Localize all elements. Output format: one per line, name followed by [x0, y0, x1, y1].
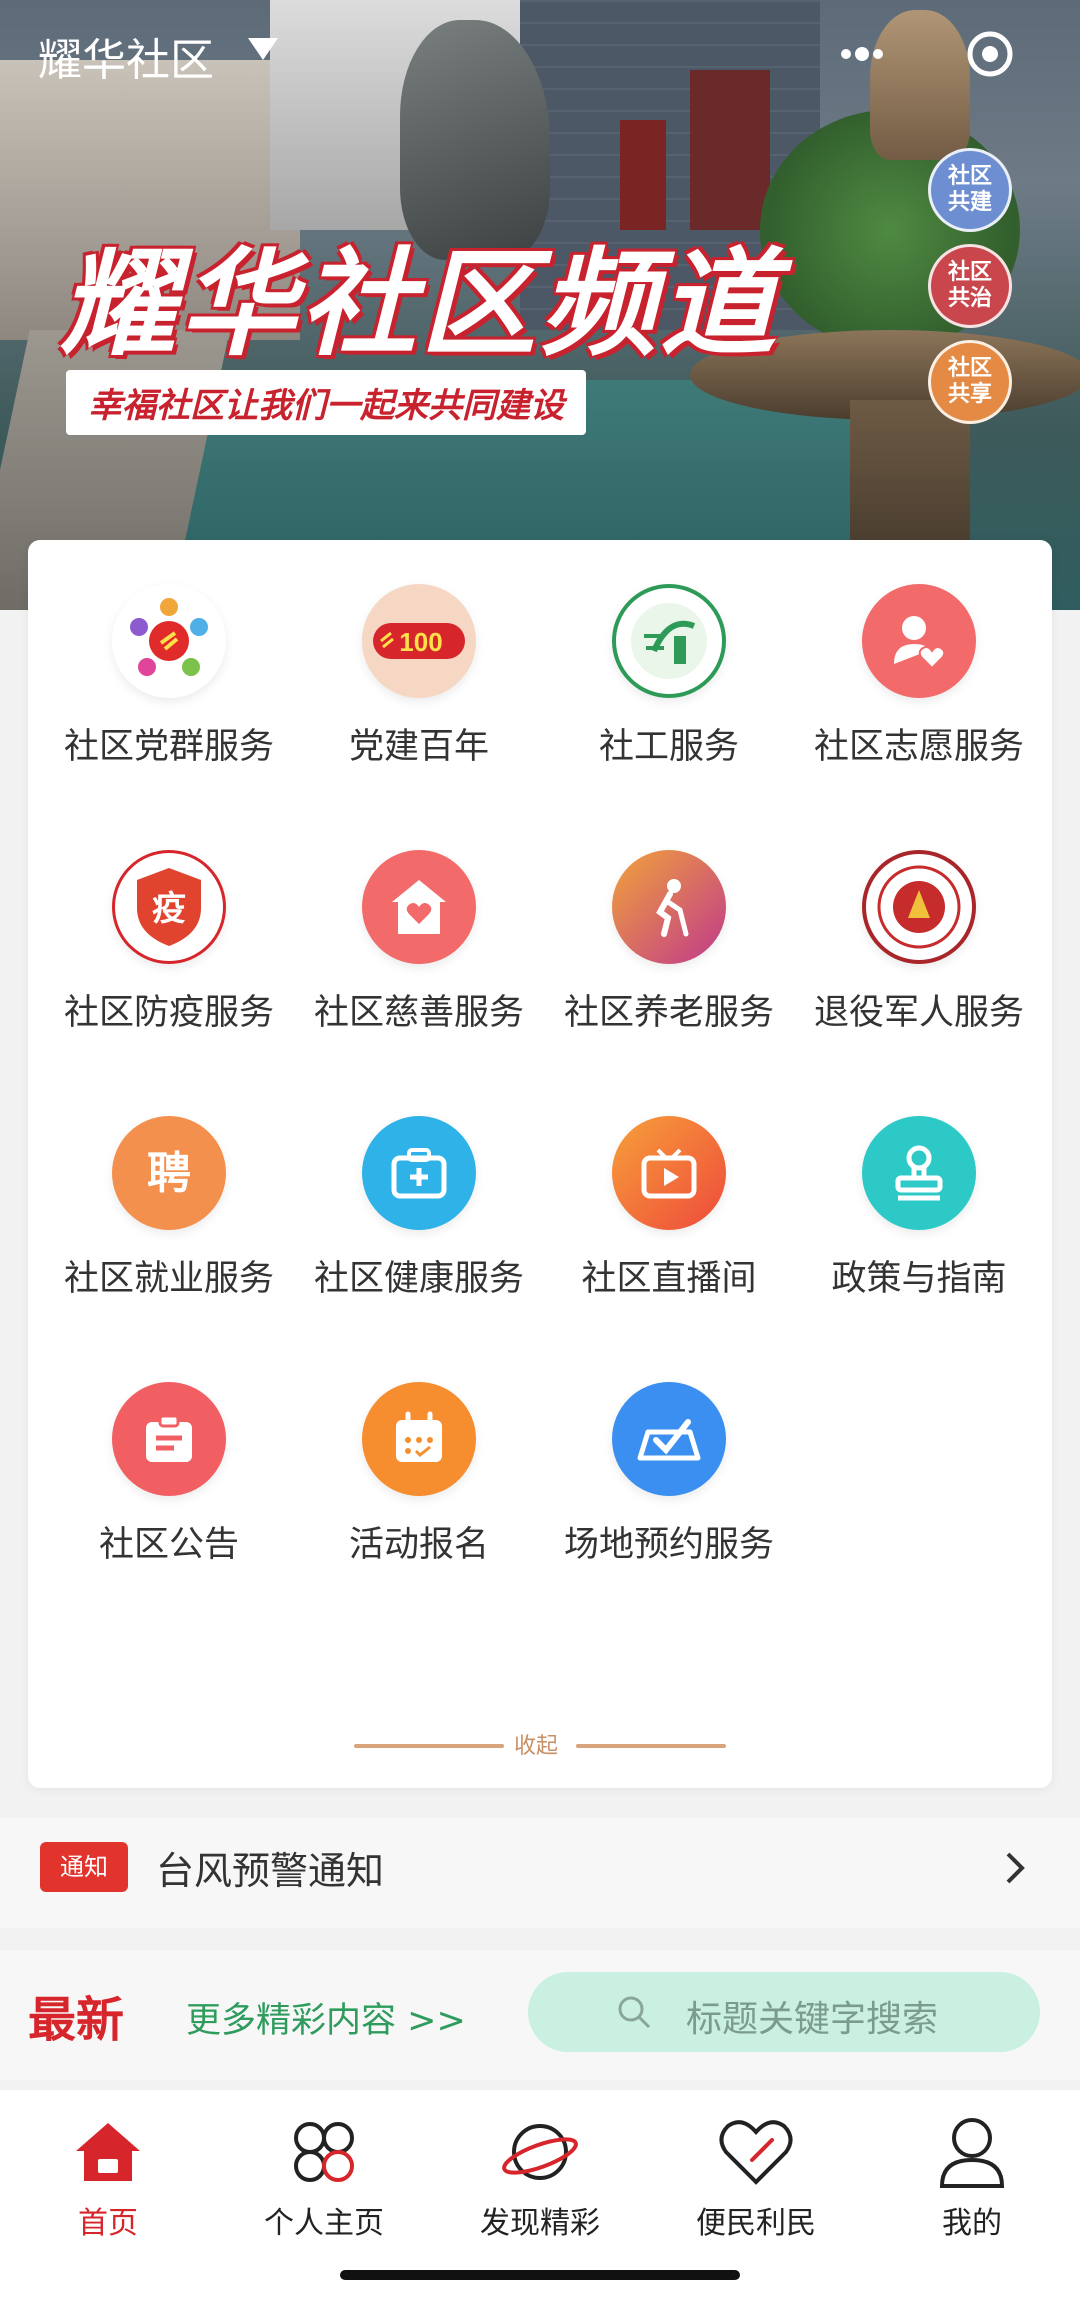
notice-text: 台风预警通知	[156, 1849, 385, 1893]
chevron-right-icon	[1000, 1848, 1030, 1888]
service-label: 社区慈善服务	[313, 993, 524, 1033]
service-charity[interactable]: 社区慈善服务	[294, 850, 544, 1050]
service-announcement[interactable]: 社区公告	[44, 1382, 294, 1582]
service-label: 社区养老服务	[563, 993, 774, 1033]
banner-subtitle: 幸福社区让我们一起来共同建设	[66, 370, 586, 435]
tab-label: 发现精彩	[480, 2206, 600, 2241]
collapse-toggle[interactable]: 收起	[28, 1724, 1052, 1764]
banner-title: 耀华社区频道	[60, 237, 780, 372]
svg-text:疫: 疫	[152, 889, 186, 929]
service-label: 社区就业服务	[63, 1259, 274, 1299]
tab-convenience[interactable]: 便民利民	[666, 2112, 846, 2242]
app-page: 耀华社区频道 幸福社区让我们一起来共同建设 社区共建 社区共治 社区共享 耀华社…	[0, 0, 1080, 2299]
banner-tag-build: 社区共建	[928, 148, 1012, 232]
dropdown-triangle-icon[interactable]	[246, 34, 280, 64]
veteran-badge-icon	[862, 850, 976, 964]
service-social-work[interactable]: 社工服务	[544, 584, 794, 784]
divider-line	[576, 1744, 726, 1748]
venue-booking-icon	[612, 1382, 726, 1496]
svg-text:100: 100	[399, 627, 442, 657]
service-label: 社区防疫服务	[63, 993, 274, 1033]
service-health[interactable]: 社区健康服务	[294, 1116, 544, 1316]
service-label: 社区志愿服务	[813, 727, 1024, 767]
search-placeholder: 标题关键字搜索	[686, 1999, 939, 2040]
service-party-mass[interactable]: 社区党群服务	[44, 584, 294, 784]
service-label: 政策与指南	[831, 1259, 1007, 1299]
service-policy[interactable]: 政策与指南	[794, 1116, 1044, 1316]
tab-label: 首页	[78, 2206, 138, 2241]
service-label: 社区健康服务	[313, 1259, 524, 1299]
title-bar: 耀华社区	[0, 0, 1080, 100]
notice-bar[interactable]: 通知 台风预警通知	[0, 1818, 1080, 1928]
service-label: 活动报名	[348, 1525, 489, 1565]
service-volunteer[interactable]: 社区志愿服务	[794, 584, 1044, 784]
service-elderly[interactable]: 社区养老服务	[544, 850, 794, 1050]
banner-tags: 社区共建 社区共治 社区共享	[928, 148, 1012, 436]
service-epidemic[interactable]: 疫 社区防疫服务	[44, 850, 294, 1050]
notice-board-icon	[112, 1382, 226, 1496]
health-kit-icon	[362, 1116, 476, 1230]
service-label: 退役军人服务	[813, 993, 1024, 1033]
charity-house-icon	[362, 850, 476, 964]
party-100-icon: 100	[362, 584, 476, 698]
service-label: 社区公告	[98, 1525, 239, 1565]
collapse-label: 收起	[513, 1734, 558, 1759]
tab-home[interactable]: 首页	[18, 2112, 198, 2242]
heart-icon	[716, 2112, 796, 2192]
notice-badge: 通知	[40, 1842, 128, 1892]
tab-discover[interactable]: 发现精彩	[450, 2112, 630, 2242]
service-label: 社区直播间	[581, 1259, 757, 1299]
service-activity-signup[interactable]: 活动报名	[294, 1382, 544, 1582]
tab-label: 个人主页	[264, 2206, 384, 2241]
tab-label: 便民利民	[696, 2206, 816, 2241]
tab-mine[interactable]: 我的	[882, 2112, 1062, 2242]
calendar-icon	[362, 1382, 476, 1496]
app-title[interactable]: 耀华社区	[38, 24, 214, 88]
home-indicator	[340, 2270, 740, 2280]
search-input[interactable]: 标题关键字搜索	[528, 1972, 1040, 2052]
home-icon	[68, 2112, 148, 2192]
latest-section: 最新 更多精彩内容 >> 标题关键字搜索	[0, 1950, 1080, 2080]
service-label: 社区党群服务	[63, 727, 274, 767]
volunteer-icon	[862, 584, 976, 698]
close-target-icon[interactable]	[966, 30, 1014, 78]
latest-title: 最新	[28, 1992, 125, 2048]
service-venue-booking[interactable]: 场地预约服务	[544, 1382, 794, 1582]
svg-text:聘: 聘	[147, 1148, 191, 1199]
banner-tag-share: 社区共享	[928, 340, 1012, 424]
service-label: 场地预约服务	[563, 1525, 774, 1565]
service-live[interactable]: 社区直播间	[544, 1116, 794, 1316]
service-party-100[interactable]: 100 党建百年	[294, 584, 544, 784]
stamp-icon	[862, 1116, 976, 1230]
tab-profile-home[interactable]: 个人主页	[234, 2112, 414, 2242]
service-card: 社区党群服务 100 党建百年 社工服务 社区志愿服务 疫 社区防疫服务 社区慈…	[28, 540, 1052, 1788]
divider-line	[354, 1744, 504, 1748]
mini-program-capsule	[806, 16, 1056, 90]
search-icon	[614, 1992, 654, 2032]
employment-icon: 聘	[112, 1116, 226, 1230]
tab-label: 我的	[942, 2206, 1002, 2241]
more-content-link[interactable]: 更多精彩内容 >>	[186, 1992, 466, 2043]
bottom-tab-bar: 首页 个人主页 发现精彩 便民利民 我的	[0, 2090, 1080, 2299]
more-dots-icon[interactable]	[836, 34, 896, 74]
live-tv-icon	[612, 1116, 726, 1230]
party-mass-icon	[112, 584, 226, 698]
elderly-icon	[612, 850, 726, 964]
service-employment[interactable]: 聘 社区就业服务	[44, 1116, 294, 1316]
social-work-icon	[612, 584, 726, 698]
user-icon	[932, 2112, 1012, 2192]
profile-grid-icon	[284, 2112, 364, 2192]
service-label: 党建百年	[348, 727, 489, 767]
planet-icon	[500, 2112, 580, 2192]
service-label: 社工服务	[598, 727, 739, 767]
epidemic-shield-icon: 疫	[112, 850, 226, 964]
service-veteran[interactable]: 退役军人服务	[794, 850, 1044, 1050]
banner-tag-govern: 社区共治	[928, 244, 1012, 328]
